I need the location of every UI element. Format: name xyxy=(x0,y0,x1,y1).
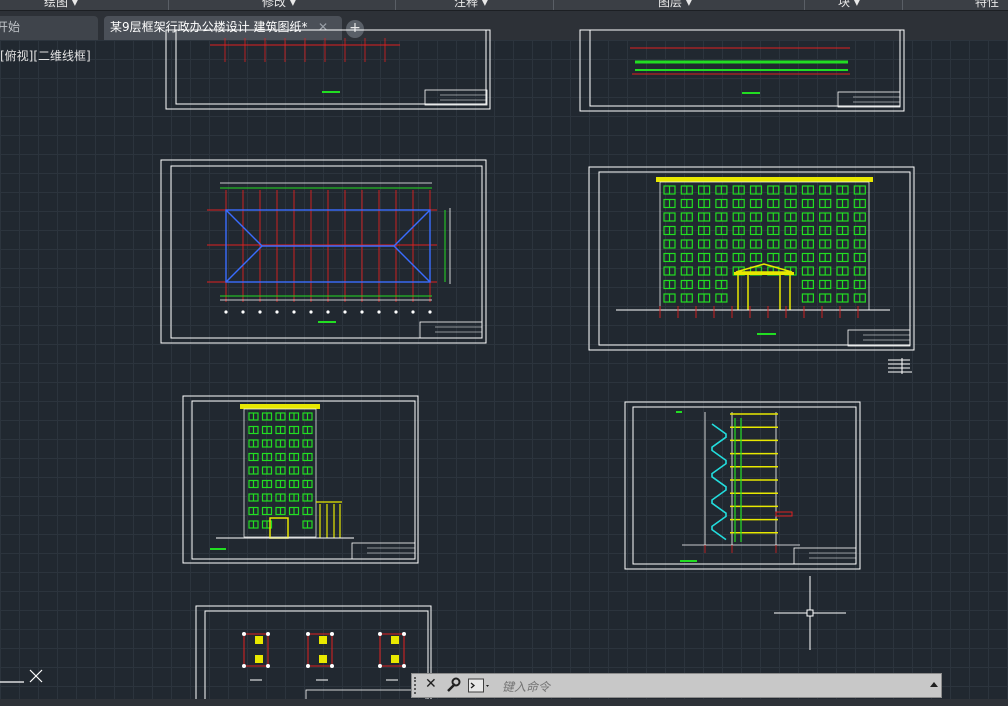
crosshair-cursor-icon xyxy=(774,576,846,650)
sheet-plan-content xyxy=(210,38,400,93)
sheet-side-elevation xyxy=(210,404,354,550)
command-prompt-icon[interactable] xyxy=(468,678,492,694)
sheet-frame xyxy=(160,159,487,344)
sheet-elevation-strip xyxy=(630,47,850,94)
command-line: ✕ xyxy=(411,673,942,698)
sheet-front-elevation xyxy=(616,177,912,374)
command-input[interactable] xyxy=(500,676,924,697)
chevron-up-icon[interactable] xyxy=(930,682,938,687)
sheet-section xyxy=(676,411,800,562)
sheet-frame xyxy=(165,29,491,110)
wrench-icon[interactable] xyxy=(445,676,461,694)
sheet-column-details xyxy=(242,632,406,681)
sheet-roof-plan xyxy=(207,182,451,323)
status-bar xyxy=(0,699,1008,706)
close-icon[interactable]: ✕ xyxy=(425,676,437,692)
model-space-drawing xyxy=(0,29,915,706)
grip-handle-icon[interactable] xyxy=(414,677,422,694)
ucs-icon xyxy=(0,669,43,683)
stair-run-line xyxy=(711,423,727,541)
